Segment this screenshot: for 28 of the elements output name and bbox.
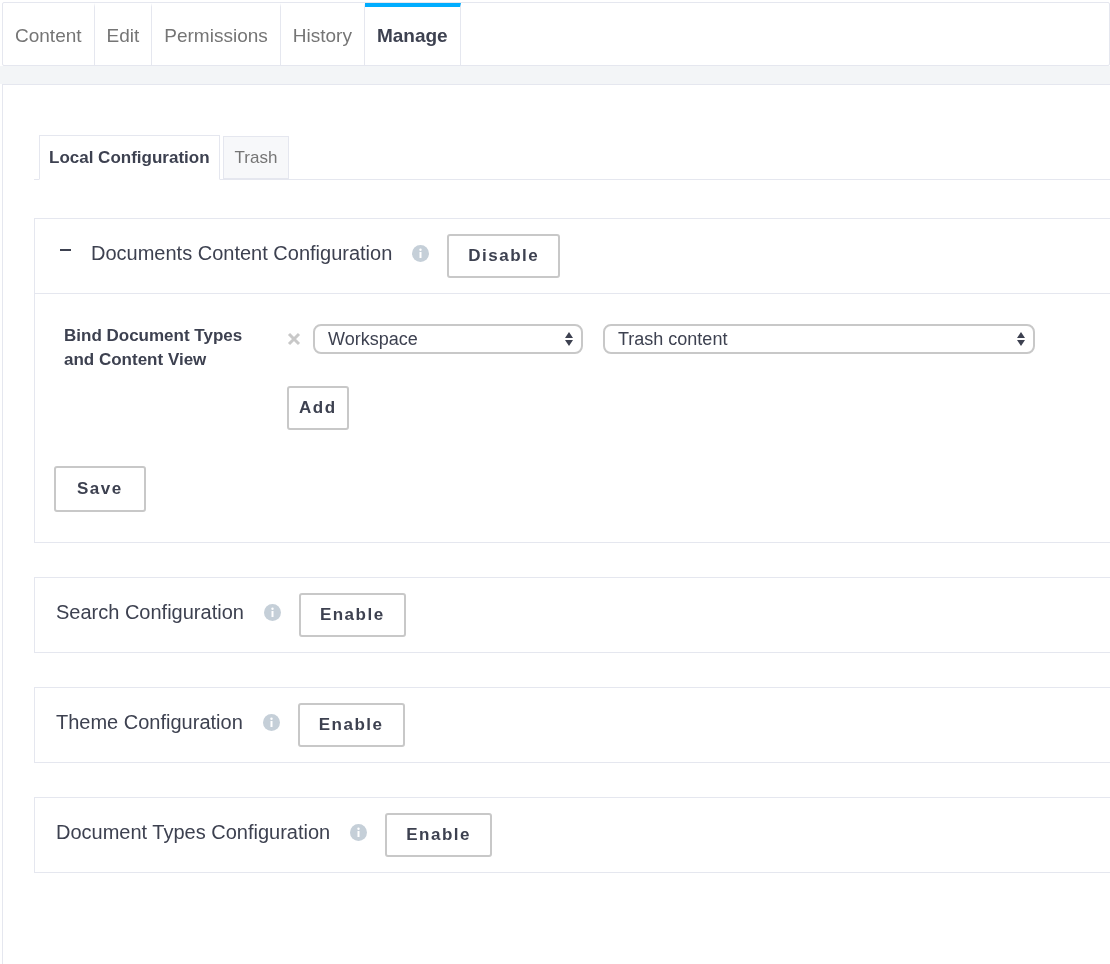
remove-icon[interactable] xyxy=(287,332,301,346)
section-title: Documents Content Configuration xyxy=(91,241,393,266)
select-field[interactable]: Workspace xyxy=(313,324,583,354)
updown-caret-icon xyxy=(1016,331,1026,347)
toggle-button[interactable]: Enable xyxy=(297,703,405,747)
subtab[interactable]: Local Configuration xyxy=(39,135,220,180)
field-label: Bind Document Types and Content View xyxy=(64,325,244,371)
subtab[interactable]: Trash xyxy=(222,136,290,179)
tab[interactable]: Edit xyxy=(94,3,153,65)
info-icon[interactable] xyxy=(412,244,430,262)
updown-caret-icon xyxy=(564,331,574,347)
section-title: Document Types Configuration xyxy=(56,820,331,845)
select-value: Workspace xyxy=(328,327,418,351)
tab[interactable]: Content xyxy=(3,3,95,65)
select-value: Trash content xyxy=(618,327,728,351)
section-title: Search Configuration xyxy=(56,600,244,625)
info-icon[interactable] xyxy=(263,603,281,621)
section-title: Theme Configuration xyxy=(56,710,243,735)
tab[interactable]: History xyxy=(280,3,365,65)
toggle-button[interactable]: Enable xyxy=(298,593,406,637)
save-button[interactable]: Save xyxy=(54,466,146,512)
info-icon[interactable] xyxy=(350,823,368,841)
tab[interactable]: Permissions xyxy=(152,3,281,65)
toggle-button[interactable]: Enable xyxy=(385,813,492,857)
add-button[interactable]: Add xyxy=(287,386,349,430)
select-field[interactable]: Trash content xyxy=(603,324,1035,354)
toggle-button[interactable]: Disable xyxy=(447,234,561,278)
info-icon[interactable] xyxy=(262,713,280,731)
